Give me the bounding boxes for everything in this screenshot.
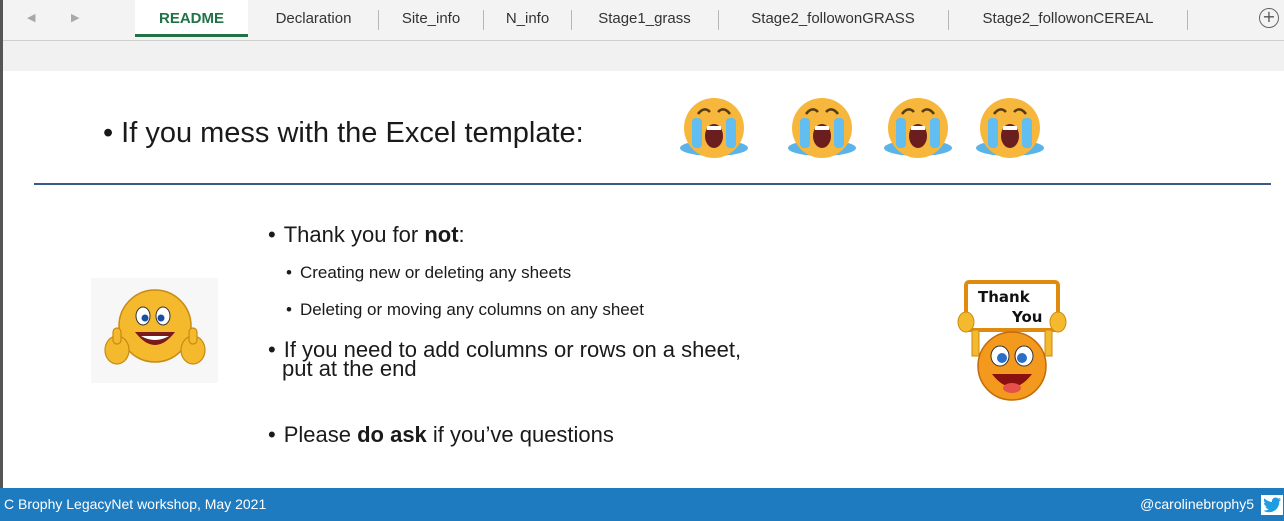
tab-stage1-grass[interactable]: Stage1_grass [573,0,716,37]
tab-scroll-left-icon[interactable]: ◀ [27,11,35,24]
add-sheet-button[interactable]: + [1259,8,1279,28]
tab-separator [378,10,379,30]
bullet-icon: • [268,222,276,247]
thumbs-up-smiley-icon [104,289,206,365]
bullet-icon: • [103,117,114,149]
svg-text:Thank: Thank [978,288,1031,306]
svg-text:You: You [1011,308,1042,326]
twitter-icon [1263,497,1281,513]
bullet-icon: • [286,263,292,282]
tab-bar-gap [3,41,1284,71]
sub-bullet-sheets: • Creating new or deleting any sheets [286,263,572,282]
sheet-tab-bar: ◀ ▶ README Declaration Site_info N_info … [3,0,1284,41]
crying-face-icon [884,98,952,158]
bullet-thank-you-not: • Thank you for not: [268,222,465,247]
thank-you-sign-smiley-icon: Thank You [957,280,1067,401]
crying-face-icon [976,98,1044,158]
bullet-add-columns: • If you need to add columns or rows on a… [268,337,742,381]
left-border [0,0,3,488]
footer-twitter-handle: @carolinebrophy5 [1140,496,1254,512]
tab-separator [948,10,949,30]
footer-credit: C Brophy LegacyNet workshop, May 2021 [4,496,267,512]
sub-bullet-columns: • Deleting or moving any columns on any s… [286,300,644,319]
tab-separator [483,10,484,30]
tab-site-info[interactable]: Site_info [380,0,482,37]
bullet-please-ask: • Please do ask if you’ve questions [268,422,614,447]
bullet-icon: • [286,300,292,319]
tab-declaration[interactable]: Declaration [251,0,376,37]
tab-scroll-right-icon[interactable]: ▶ [71,11,79,24]
tab-readme[interactable]: README [135,0,248,37]
divider-rule [34,183,1271,185]
crying-faces-row [680,98,1044,158]
tab-stage2-followon-cereal[interactable]: Stage2_followonCEREAL [950,0,1186,37]
twitter-icon-box [1261,495,1283,515]
tab-separator [718,10,719,30]
slide-heading: • If you mess with the Excel template: [103,117,584,149]
footer-bar: C Brophy LegacyNet workshop, May 2021 @c… [0,488,1284,521]
tab-stage2-followon-grass[interactable]: Stage2_followonGRASS [720,0,946,37]
tab-separator [1187,10,1188,30]
slide: ◀ ▶ README Declaration Site_info N_info … [0,0,1284,521]
crying-face-icon [680,98,748,158]
bullet-icon: • [268,422,276,447]
tab-n-info[interactable]: N_info [485,0,570,37]
tab-separator [571,10,572,30]
crying-face-icon [788,98,856,158]
bullet-icon: • [268,337,276,362]
thumbs-up-smiley-image [91,278,218,383]
